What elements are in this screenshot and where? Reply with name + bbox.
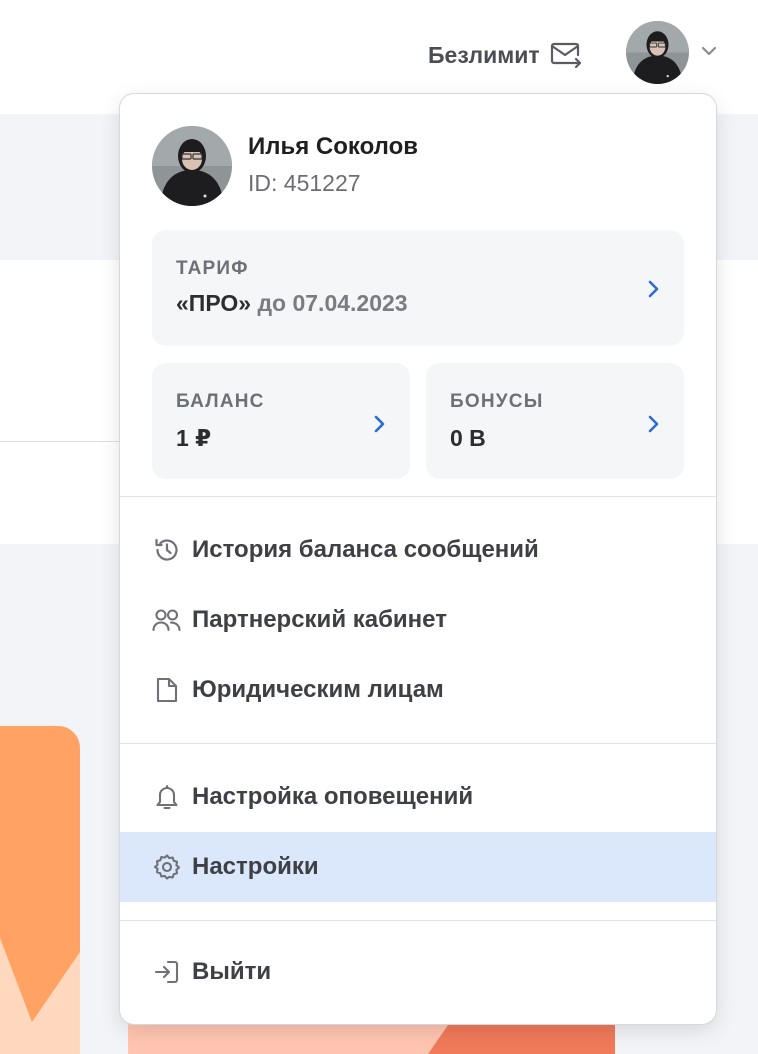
- page-divider: [0, 441, 120, 442]
- plan-label: Безлимит: [428, 41, 540, 68]
- bonuses-label: БОНУСЫ: [450, 391, 544, 412]
- user-id: ID: 451227: [248, 170, 361, 196]
- chevron-down-icon[interactable]: [700, 44, 718, 62]
- plan-status[interactable]: Безлимит: [428, 40, 582, 70]
- menu-item-label: Настройка оповещений: [192, 783, 474, 810]
- menu-item-label: История баланса сообщений: [192, 536, 539, 563]
- menu-item-label: Настройки: [192, 853, 319, 880]
- chevron-right-icon: [372, 413, 386, 440]
- mail-forward-icon: [550, 42, 582, 68]
- avatar: [152, 126, 232, 206]
- user-name: Илья Соколов: [248, 133, 419, 160]
- logout-label: Выйти: [192, 958, 272, 985]
- menu-item-partner-cabinet[interactable]: Партнерский кабинет: [120, 585, 716, 655]
- tariff-card[interactable]: ТАРИФ «ПРО» до 07.04.2023: [152, 230, 684, 346]
- logout-button[interactable]: Выйти: [120, 937, 716, 1007]
- chevron-right-icon: [646, 413, 660, 440]
- history-icon: [152, 535, 182, 565]
- tariff-value: «ПРО» до 07.04.2023: [176, 290, 408, 317]
- bell-icon: [152, 782, 182, 812]
- profile-dropdown: Илья Соколов ID: 451227 ТАРИФ «ПРО» до 0…: [120, 94, 716, 1024]
- logout-icon: [152, 957, 182, 987]
- tariff-label: ТАРИФ: [176, 258, 249, 279]
- document-icon: [152, 675, 182, 705]
- tariff-plan: «ПРО»: [176, 290, 252, 316]
- menu-item-balance-history[interactable]: История баланса сообщений: [120, 515, 716, 585]
- user-info: Илья Соколов ID: 451227: [152, 126, 418, 206]
- menu-item-settings[interactable]: Настройки: [120, 832, 716, 902]
- bonuses-card[interactable]: БОНУСЫ 0 B: [426, 363, 684, 479]
- balance-label: БАЛАНС: [176, 391, 265, 412]
- balance-value: 1 ₽: [176, 425, 212, 451]
- menu-divider: [120, 743, 716, 744]
- balance-card[interactable]: БАЛАНС 1 ₽: [152, 363, 410, 479]
- menu-item-label: Юридическим лицам: [192, 676, 444, 703]
- tariff-until: до 07.04.2023: [257, 290, 408, 316]
- menu-divider: [120, 496, 716, 497]
- header-avatar[interactable]: [626, 21, 689, 84]
- bonuses-value: 0 B: [450, 425, 486, 451]
- gear-icon: [152, 852, 182, 882]
- menu-item-notification-settings[interactable]: Настройка оповещений: [120, 762, 716, 832]
- menu-divider: [120, 920, 716, 921]
- promo-banner: [0, 726, 80, 1054]
- page-content-block: [0, 260, 120, 544]
- menu-item-legal-entities[interactable]: Юридическим лицам: [120, 655, 716, 725]
- menu-item-label: Партнерский кабинет: [192, 606, 447, 633]
- users-icon: [152, 605, 182, 635]
- chevron-right-icon: [646, 278, 660, 305]
